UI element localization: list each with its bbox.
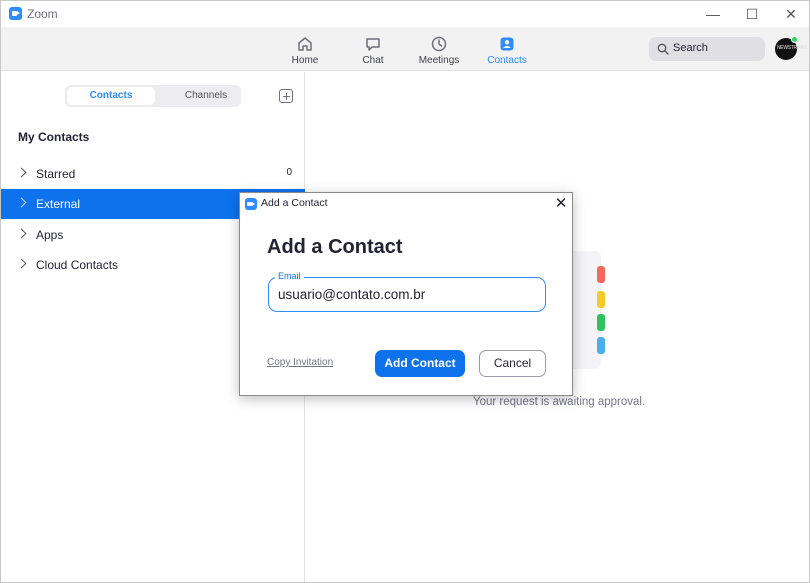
- tab-chat[interactable]: Chat: [353, 27, 393, 71]
- minimize-button[interactable]: —: [693, 1, 733, 27]
- title-bar: Zoom — ☐ ✕: [1, 1, 809, 27]
- app-title: Zoom: [27, 7, 58, 21]
- dialog-heading: Add a Contact: [267, 236, 403, 258]
- email-field-value[interactable]: usuario@contato.com.br: [278, 287, 425, 302]
- tab-contacts-label: Contacts: [487, 55, 527, 66]
- email-field[interactable]: Email usuario@contato.com.br: [268, 271, 546, 312]
- chevron-right-icon: [16, 228, 27, 239]
- home-icon: [298, 37, 312, 51]
- tab-meetings[interactable]: Meetings: [415, 27, 463, 71]
- tab-contacts[interactable]: Contacts: [485, 27, 529, 71]
- dialog-close-button[interactable]: ✕: [551, 194, 571, 214]
- sidebar-item-count: 0: [286, 167, 292, 178]
- avatar-logo-text: NEWSTREAM: [777, 45, 807, 51]
- email-field-label: Email: [275, 271, 304, 281]
- copy-invitation-link[interactable]: Copy Invitation: [267, 357, 333, 368]
- search-button[interactable]: Search: [649, 37, 765, 61]
- chevron-right-icon: [16, 197, 27, 208]
- segment-channels[interactable]: Channels: [171, 87, 241, 105]
- top-toolbar: Home Chat Meetings Contacts Search NEWST…: [1, 27, 809, 71]
- add-contact-button[interactable]: Add Contact: [375, 350, 465, 377]
- zoom-logo-icon: [245, 198, 257, 210]
- my-contacts-heading: My Contacts: [18, 130, 90, 144]
- cancel-button[interactable]: Cancel: [479, 350, 546, 377]
- contacts-channels-switcher: Contacts Channels: [65, 85, 241, 107]
- zoom-logo-icon: [9, 7, 22, 20]
- close-window-button[interactable]: ✕: [771, 1, 810, 27]
- tab-meetings-label: Meetings: [418, 55, 460, 66]
- sidebar-item-label: Cloud Contacts: [36, 258, 119, 272]
- search-icon: [657, 43, 669, 55]
- maximize-button[interactable]: ☐: [732, 1, 772, 27]
- illustration-tab-red: [597, 266, 605, 283]
- segment-contacts[interactable]: Contacts: [67, 87, 155, 105]
- tab-home-label: Home: [291, 55, 319, 66]
- tab-chat-label: Chat: [362, 55, 384, 66]
- sidebar-item-starred[interactable]: Starred 0: [1, 159, 305, 189]
- chat-icon: [366, 38, 380, 51]
- presence-status-indicator: [791, 36, 798, 43]
- illustration-tab-yellow: [597, 291, 605, 308]
- illustration-tab-green: [597, 314, 605, 331]
- dialog-window-title: Add a Contact: [261, 197, 328, 209]
- search-label: Search: [673, 42, 708, 54]
- dialog-title-bar: Add a Contact ✕: [240, 193, 572, 215]
- clock-icon: [431, 36, 447, 52]
- chevron-right-icon: [16, 167, 27, 178]
- status-message: Your request is awaiting approval.: [473, 396, 646, 408]
- illustration-tab-blue: [597, 337, 605, 354]
- add-contact-plus-icon[interactable]: [279, 89, 293, 103]
- sidebar-item-label: External: [36, 197, 81, 211]
- sidebar-item-label: Starred: [36, 167, 76, 181]
- sidebar-item-label: Apps: [36, 228, 64, 242]
- zoom-window: Zoom — ☐ ✕ Home Chat Meetings Contacts S…: [0, 0, 810, 583]
- tab-home[interactable]: Home: [285, 27, 325, 71]
- chevron-right-icon: [16, 258, 27, 269]
- contacts-icon: [500, 37, 514, 51]
- add-contact-dialog: Add a Contact ✕ Add a Contact Email usua…: [239, 192, 573, 396]
